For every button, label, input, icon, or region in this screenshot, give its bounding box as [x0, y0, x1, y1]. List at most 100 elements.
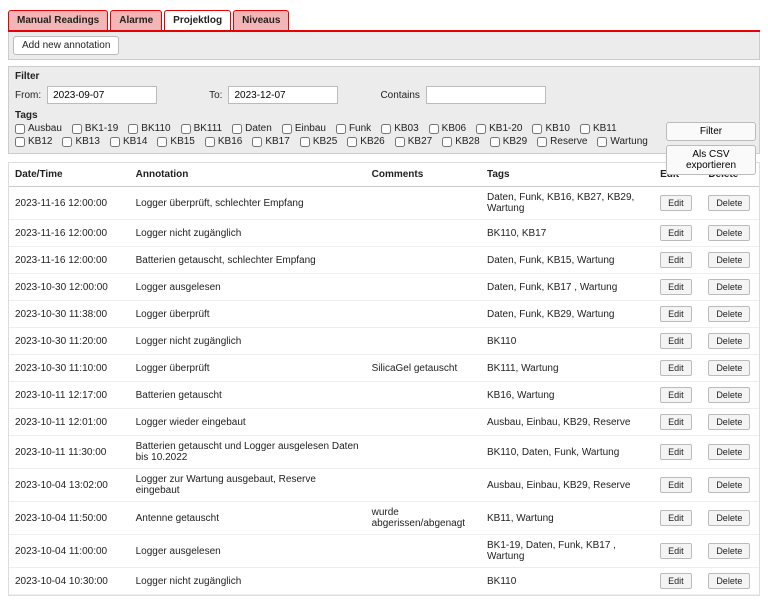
- delete-button[interactable]: Delete: [708, 306, 750, 322]
- edit-button[interactable]: Edit: [660, 573, 692, 589]
- cell-tags: BK110, KB17: [481, 220, 654, 247]
- cell-delete: Delete: [702, 355, 759, 382]
- cell-comments: [366, 274, 481, 301]
- edit-button[interactable]: Edit: [660, 195, 692, 211]
- filter-actions: Filter Als CSV exportieren: [666, 122, 756, 175]
- delete-button[interactable]: Delete: [708, 414, 750, 430]
- tab-manual-readings[interactable]: Manual Readings: [8, 10, 108, 30]
- tab-niveaus[interactable]: Niveaus: [233, 10, 289, 30]
- cell-comments: [366, 247, 481, 274]
- tag-checkbox-kb14[interactable]: KB14: [110, 136, 147, 147]
- tag-checkbox-ausbau[interactable]: Ausbau: [15, 123, 62, 134]
- contains-label: Contains: [380, 90, 419, 101]
- tag-checkbox-kb17[interactable]: KB17: [252, 136, 289, 147]
- tags-wrap: Ausbau BK1-19 BK110 BK111 Daten Einbau Funk KB0…: [15, 123, 655, 147]
- cell-delete: Delete: [702, 535, 759, 568]
- cell-edit: Edit: [654, 247, 702, 274]
- tag-checkbox-funk[interactable]: Funk: [336, 123, 371, 134]
- edit-button[interactable]: Edit: [660, 252, 692, 268]
- edit-button[interactable]: Edit: [660, 444, 692, 460]
- tab-projektlog[interactable]: Projektlog: [164, 10, 231, 30]
- cell-delete: Delete: [702, 247, 759, 274]
- cell-tags: BK110: [481, 568, 654, 595]
- tag-checkbox-kb28[interactable]: KB28: [442, 136, 479, 147]
- cell-annotation: Logger nicht zugänglich: [130, 328, 366, 355]
- delete-button[interactable]: Delete: [708, 573, 750, 589]
- tags-title: Tags: [15, 110, 753, 121]
- edit-button[interactable]: Edit: [660, 477, 692, 493]
- edit-button[interactable]: Edit: [660, 510, 692, 526]
- tag-checkbox-kb13[interactable]: KB13: [62, 136, 99, 147]
- tag-checkbox-wartung[interactable]: Wartung: [597, 136, 647, 147]
- tag-checkbox-kb1-20[interactable]: KB1-20: [476, 123, 522, 134]
- cell-datetime: 2023-11-16 12:00:00: [9, 220, 130, 247]
- tag-checkbox-einbau[interactable]: Einbau: [282, 123, 326, 134]
- cell-annotation: Logger überprüft: [130, 355, 366, 382]
- cell-datetime: 2023-10-30 11:38:00: [9, 301, 130, 328]
- edit-button[interactable]: Edit: [660, 543, 692, 559]
- tag-checkbox-bk1-19[interactable]: BK1-19: [72, 123, 118, 134]
- tag-checkbox-bk111[interactable]: BK111: [181, 123, 223, 134]
- tag-checkbox-kb15[interactable]: KB15: [157, 136, 194, 147]
- cell-datetime: 2023-10-11 12:01:00: [9, 409, 130, 436]
- delete-button[interactable]: Delete: [708, 444, 750, 460]
- tag-checkbox-kb10[interactable]: KB10: [532, 123, 569, 134]
- delete-button[interactable]: Delete: [708, 225, 750, 241]
- from-input[interactable]: [47, 86, 157, 104]
- add-annotation-button[interactable]: Add new annotation: [13, 36, 119, 55]
- table-row: 2023-11-16 12:00:00Logger überprüft, sch…: [9, 187, 759, 220]
- delete-button[interactable]: Delete: [708, 510, 750, 526]
- tag-checkbox-kb16[interactable]: KB16: [205, 136, 242, 147]
- cell-tags: Daten, Funk, KB29, Wartung: [481, 301, 654, 328]
- edit-button[interactable]: Edit: [660, 414, 692, 430]
- edit-button[interactable]: Edit: [660, 360, 692, 376]
- cell-delete: Delete: [702, 301, 759, 328]
- cell-annotation: Logger überprüft: [130, 301, 366, 328]
- edit-button[interactable]: Edit: [660, 333, 692, 349]
- cell-annotation: Batterien getauscht: [130, 382, 366, 409]
- tab-alarme[interactable]: Alarme: [110, 10, 162, 30]
- cell-tags: BK110: [481, 328, 654, 355]
- delete-button[interactable]: Delete: [708, 543, 750, 559]
- tag-checkbox-daten[interactable]: Daten: [232, 123, 272, 134]
- delete-button[interactable]: Delete: [708, 252, 750, 268]
- tag-checkbox-reserve[interactable]: Reserve: [537, 136, 587, 147]
- edit-button[interactable]: Edit: [660, 306, 692, 322]
- cell-annotation: Batterien getauscht und Logger ausgelese…: [130, 436, 366, 469]
- tag-checkbox-kb11[interactable]: KB11: [580, 123, 617, 134]
- edit-button[interactable]: Edit: [660, 279, 692, 295]
- edit-button[interactable]: Edit: [660, 225, 692, 241]
- delete-button[interactable]: Delete: [708, 387, 750, 403]
- cell-edit: Edit: [654, 436, 702, 469]
- cell-datetime: 2023-10-04 13:02:00: [9, 469, 130, 502]
- cell-edit: Edit: [654, 274, 702, 301]
- tag-checkbox-kb06[interactable]: KB06: [429, 123, 466, 134]
- tag-checkbox-kb03[interactable]: KB03: [381, 123, 418, 134]
- tag-checkbox-bk110[interactable]: BK110: [128, 123, 170, 134]
- contains-input[interactable]: [426, 86, 546, 104]
- tag-checkbox-kb25[interactable]: KB25: [300, 136, 337, 147]
- filter-button[interactable]: Filter: [666, 122, 756, 141]
- tag-checkbox-kb26[interactable]: KB26: [347, 136, 384, 147]
- cell-comments: [366, 409, 481, 436]
- tag-checkbox-kb27[interactable]: KB27: [395, 136, 432, 147]
- export-csv-button[interactable]: Als CSV exportieren: [666, 145, 756, 175]
- tag-checkbox-kb12[interactable]: KB12: [15, 136, 52, 147]
- delete-button[interactable]: Delete: [708, 279, 750, 295]
- delete-button[interactable]: Delete: [708, 477, 750, 493]
- delete-button[interactable]: Delete: [708, 360, 750, 376]
- from-label: From:: [15, 90, 41, 101]
- cell-edit: Edit: [654, 502, 702, 535]
- delete-button[interactable]: Delete: [708, 195, 750, 211]
- cell-datetime: 2023-10-30 11:20:00: [9, 328, 130, 355]
- cell-comments: [366, 187, 481, 220]
- cell-comments: SilicaGel getauscht: [366, 355, 481, 382]
- edit-button[interactable]: Edit: [660, 387, 692, 403]
- log-table: Date/Time Annotation Comments Tags Edit …: [9, 163, 759, 595]
- cell-delete: Delete: [702, 382, 759, 409]
- tag-checkbox-kb29[interactable]: KB29: [490, 136, 527, 147]
- cell-delete: Delete: [702, 274, 759, 301]
- cell-edit: Edit: [654, 301, 702, 328]
- delete-button[interactable]: Delete: [708, 333, 750, 349]
- to-input[interactable]: [228, 86, 338, 104]
